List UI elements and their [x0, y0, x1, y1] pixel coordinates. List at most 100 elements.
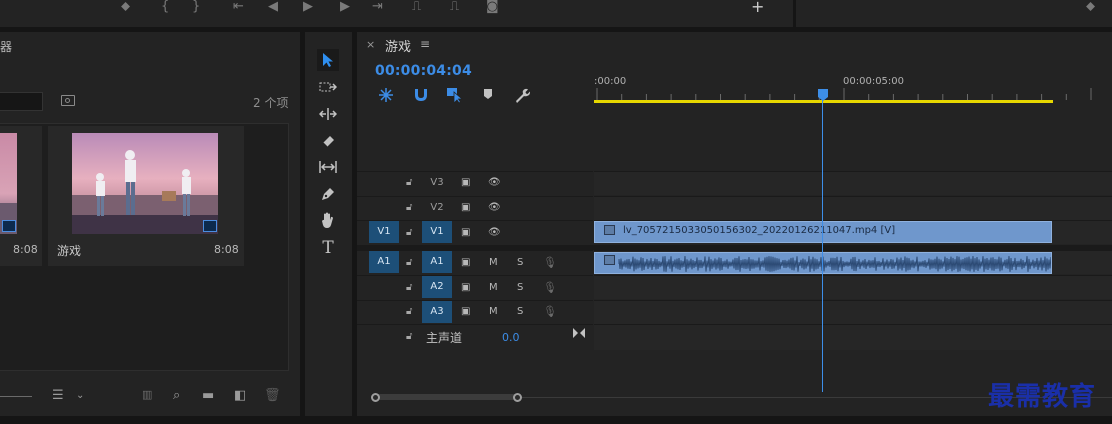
lock-icon[interactable]: 🔓︎ — [406, 257, 412, 268]
play-icon[interactable]: ▶ — [303, 0, 313, 14]
playhead-line[interactable] — [822, 100, 823, 392]
search-input[interactable] — [0, 92, 43, 111]
zoom-slider[interactable] — [0, 396, 32, 397]
razor-tool-icon[interactable] — [317, 130, 339, 152]
bottom-border — [0, 416, 1112, 424]
selection-tool-icon[interactable] — [317, 49, 339, 71]
track-header-master — [357, 324, 593, 350]
timeline-scroll-thumb[interactable] — [374, 394, 518, 400]
playhead-handle[interactable] — [817, 89, 829, 101]
solo-button[interactable]: S — [517, 257, 523, 268]
master-track-label: 主声道 — [426, 331, 463, 345]
clip-thumbnail — [0, 133, 17, 234]
scroll-handle-right[interactable] — [513, 393, 522, 402]
close-sequence-icon[interactable]: × — [366, 38, 375, 51]
panel-menu-icon[interactable]: ≡ — [420, 37, 430, 51]
go-to-out-icon[interactable]: ⇥ — [372, 0, 383, 14]
ripple-edit-tool-icon[interactable] — [317, 103, 339, 125]
slip-tool-icon[interactable] — [317, 156, 339, 178]
new-bin-icon[interactable]: ▬ — [202, 388, 214, 403]
solo-button[interactable]: S — [517, 306, 523, 317]
ruler-label: :00:00 — [594, 76, 627, 87]
export-frame-icon[interactable]: ◙ — [486, 0, 499, 14]
sync-lock-icon[interactable]: ▣ — [461, 177, 470, 188]
master-volume-value[interactable]: 0.0 — [502, 331, 520, 344]
track-lane-a2[interactable] — [594, 275, 1112, 299]
voice-over-mic-icon[interactable]: 🎙︎ — [543, 281, 557, 294]
track-header-v2 — [357, 196, 593, 220]
lock-icon[interactable]: 🔓︎ — [406, 306, 412, 317]
track-header-v3 — [357, 171, 593, 195]
voice-over-mic-icon[interactable]: 🎙︎ — [543, 256, 557, 269]
step-back-icon[interactable]: ◀ — [268, 0, 278, 14]
eye-icon[interactable]: 👁︎ — [488, 227, 501, 238]
step-forward-icon[interactable]: ▶ — [340, 0, 350, 14]
lift-icon[interactable]: ⎍ — [412, 0, 421, 14]
button-editor-plus-icon[interactable]: + — [751, 0, 764, 15]
sync-lock-icon[interactable]: ▣ — [461, 202, 470, 213]
source-patch-a1[interactable]: A1 — [369, 251, 399, 273]
track-target-a2[interactable]: A2 — [422, 276, 452, 298]
audio-clip[interactable] — [594, 252, 1052, 274]
add-marker-icon[interactable] — [481, 87, 499, 105]
sequence-tab[interactable]: 游戏 — [385, 36, 411, 55]
project-clip-card[interactable]: 8:08 — [0, 126, 42, 266]
track-target-a1[interactable]: A1 — [422, 251, 452, 273]
project-panel-title: 器 — [0, 40, 13, 54]
track-lane-a3[interactable] — [594, 300, 1112, 324]
video-clip[interactable]: lv_7057215033050156302_20220126211047.mp… — [594, 221, 1052, 243]
type-tool-icon[interactable]: T — [317, 237, 339, 259]
sync-lock-icon[interactable]: ▣ — [461, 227, 470, 238]
extract-icon[interactable]: ⎍ — [450, 0, 459, 14]
track-lane-v2[interactable] — [594, 196, 1112, 220]
lock-icon[interactable]: 🔓︎ — [406, 202, 412, 213]
track-target-a3[interactable]: A3 — [422, 301, 452, 323]
right-panel-top: ⬥ — [793, 0, 1112, 27]
track-target-v1[interactable]: V1 — [422, 221, 452, 243]
timeline-settings-wrench-icon[interactable] — [513, 86, 531, 104]
sort-icon[interactable]: ☰ — [52, 388, 64, 403]
sync-lock-icon[interactable]: ▣ — [461, 306, 470, 317]
voice-over-mic-icon[interactable]: 🎙︎ — [543, 305, 557, 318]
find-icon[interactable]: ⌕ — [173, 388, 180, 403]
sync-lock-icon[interactable]: ▣ — [461, 257, 470, 268]
chevron-down-icon[interactable]: ⌄ — [76, 390, 84, 401]
lock-icon[interactable]: 🔓︎ — [406, 227, 412, 238]
mute-button[interactable]: M — [489, 282, 498, 293]
scroll-handle-left[interactable] — [371, 393, 380, 402]
eye-icon[interactable]: 👁︎ — [488, 177, 501, 188]
sync-lock-icon[interactable]: ▣ — [461, 282, 470, 293]
mute-button[interactable]: M — [489, 257, 498, 268]
add-marker-icon[interactable]: ⬥ — [121, 0, 130, 14]
go-to-next-keyframe-icon[interactable] — [573, 328, 585, 338]
playhead-timecode[interactable]: 00:00:04:04 — [375, 63, 472, 79]
pen-tool-icon[interactable] — [317, 183, 339, 205]
mark-in-icon[interactable]: { — [161, 0, 169, 14]
track-lane-master[interactable] — [594, 324, 1112, 350]
clip-name[interactable]: 游戏 — [57, 242, 81, 259]
lock-icon[interactable]: 🔓︎ — [406, 331, 412, 342]
lock-icon[interactable]: 🔓︎ — [406, 177, 412, 188]
mark-out-icon[interactable]: } — [192, 0, 200, 14]
watermark-logo: 最需教育 — [988, 382, 1097, 412]
program-monitor-controls: ⬥ { } ⇤ ◀ ▶ ▶ ⇥ ⎍ ⎍ ◙ + ⬥ — [0, 0, 1112, 27]
project-clip-card[interactable]: 游戏 8:08 — [48, 126, 244, 266]
mute-button[interactable]: M — [489, 306, 498, 317]
solo-button[interactable]: S — [517, 282, 523, 293]
eye-icon[interactable]: 👁︎ — [488, 202, 501, 213]
snap-magnet-icon[interactable] — [412, 86, 430, 104]
clip-duration: 8:08 — [13, 243, 38, 256]
clear-icon[interactable]: 🗑 — [264, 388, 281, 403]
lock-icon[interactable]: 🔓︎ — [406, 282, 412, 293]
go-to-in-icon[interactable]: ⇤ — [233, 0, 244, 14]
hand-tool-icon[interactable] — [317, 209, 339, 231]
new-search-bin-icon[interactable] — [61, 95, 75, 106]
automate-to-sequence-icon[interactable]: ▥ — [142, 388, 152, 401]
marker-icon[interactable]: ⬥ — [1086, 0, 1095, 14]
track-lane-v3[interactable] — [594, 171, 1112, 195]
track-select-tool-icon[interactable] — [317, 77, 339, 99]
source-patch-v1[interactable]: V1 — [369, 221, 399, 243]
nest-sequence-icon[interactable] — [377, 86, 395, 104]
linked-selection-icon[interactable] — [446, 86, 464, 104]
new-item-icon[interactable]: ◧ — [234, 388, 246, 403]
